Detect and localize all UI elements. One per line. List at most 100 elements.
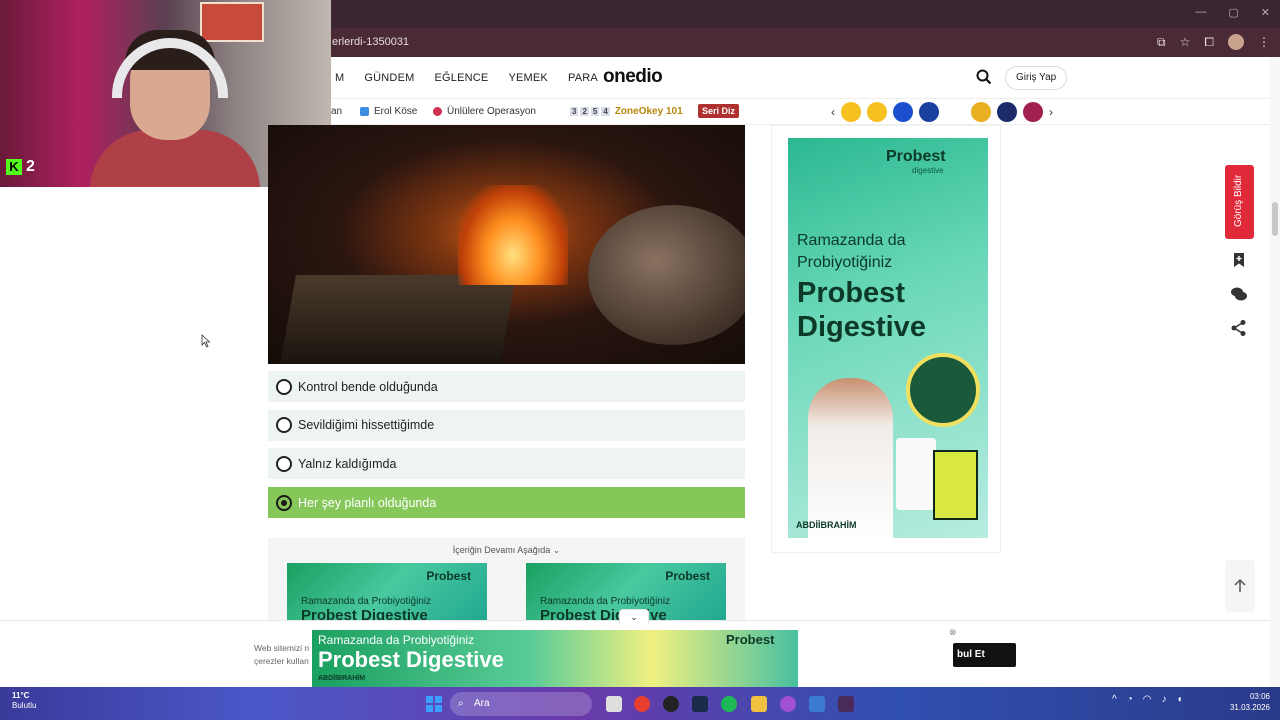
nav-item-gundem[interactable]: GÜNDEM [364,72,414,84]
share-icon[interactable] [1229,318,1249,338]
radio-icon[interactable] [276,378,292,395]
profile-avatar[interactable] [1228,34,1244,50]
dx-icon[interactable] [945,102,965,122]
seri-diz-button[interactable]: Seri Diz [698,104,740,118]
search-icon: ⌕ [458,698,464,709]
tray-edge-icon[interactable]: ◔ [1127,694,1133,705]
install-icon[interactable]: ⧉ [1157,35,1166,50]
maximize-icon[interactable]: ▢ [1228,6,1238,19]
site-logo[interactable]: onedio [603,66,663,88]
cookie-text-line: çerezler kullan [254,656,309,666]
trend-label: an [331,106,343,117]
trend-item-unlulere-operasyon[interactable]: Ünlülere Operasyon [433,106,536,117]
search-icon[interactable] [976,69,992,85]
url-field[interactable]: erlerdi-1350031 [332,36,409,48]
trend-item-zoneokey[interactable]: 3 2 5 4 ZoneOkey 101 [570,106,683,117]
ad-line1: Ramazanda da Probiyotiğiniz [301,596,432,607]
clock-date: 31.03.2026 [1229,703,1270,712]
mouse-cursor-icon [201,334,211,348]
login-button[interactable]: Giriş Yap [1005,66,1068,90]
collapse-ad-button[interactable]: ⌄ [619,609,649,624]
tile-number: 2 [580,107,589,116]
accept-cookies-button[interactable]: bul Et [953,643,1016,667]
feedback-label: Görüş Bildir [1233,174,1244,227]
radio-icon[interactable] [276,455,292,472]
clock-time: 03:06 [1249,692,1270,701]
scroll-top-button[interactable] [1225,560,1255,612]
scrollbar-thumb[interactable] [1272,202,1278,236]
nav-item-eglence[interactable]: EĞLENCE [434,72,488,84]
app-icon[interactable] [780,696,796,712]
tray-network-icon[interactable]: ◠ [1143,694,1152,705]
emoji-icon[interactable] [997,102,1017,122]
close-ad-icon[interactable]: ⊗ [949,627,957,638]
spotify-icon[interactable] [721,696,737,712]
chevron-left-icon[interactable]: ‹ [831,105,835,119]
bookmark-add-icon[interactable] [1229,250,1249,270]
windows-start-icon[interactable] [426,696,442,712]
bookmark-star-icon[interactable]: ☆ [1180,35,1191,49]
main-nav: M GÜNDEM EĞLENCE YEMEK PARA [335,72,598,84]
emoji-icon[interactable] [971,102,991,122]
quiz-option[interactable]: Kontrol bende olduğunda [268,371,745,402]
pillow-shape [588,205,745,345]
store-icon[interactable] [809,696,825,712]
tray-mic-icon[interactable]: ♪ [1161,694,1166,705]
file-explorer-icon[interactable] [751,696,767,712]
ad-brand-sub: digestive [912,166,944,175]
ad-company: ABDİİBRAHİM [796,520,857,530]
trend-item[interactable]: an [331,106,342,117]
tray-chevron-icon[interactable]: ^ [1112,694,1117,705]
emoji-brand-icon[interactable] [919,102,939,122]
trend-item-erol-kose[interactable]: Erol Köse [360,106,417,117]
emoji-sad-icon[interactable] [841,102,861,122]
taskbar-clock[interactable]: 03:06 31.03.2026 [1226,691,1270,713]
emoji-icon[interactable] [1023,102,1043,122]
bottom-sticky-ad[interactable]: Ramazanda da Probiyotiğiniz Probest Dige… [312,630,798,687]
window-controls: — ▢ ✕ [1195,6,1270,19]
product-box-icon [933,450,978,520]
trend-icon [433,107,442,116]
ad-line2: Probest Digestive [318,647,504,672]
extensions-icon[interactable]: ⧠ [1204,35,1214,50]
ad-line2: Probest Digestive [301,607,428,620]
tray-volume-icon[interactable]: ◖ [1176,694,1182,705]
chevron-right-icon[interactable]: › [1049,105,1053,119]
taskbar-search[interactable]: ⌕ Ara [450,692,592,716]
cookie-text-line: Web sitemizi n [254,643,310,653]
nav-item-para[interactable]: PARA [568,72,598,84]
comments-icon[interactable] [1229,284,1249,304]
quiz-option[interactable]: Sevildiğimi hissettiğimde [268,409,745,441]
nav-item-yemek[interactable]: YEMEK [508,72,548,84]
emoji-brand-icon[interactable] [893,102,913,122]
feedback-button[interactable]: Görüş Bildir [1225,165,1254,239]
emoji-laugh-icon[interactable] [867,102,887,122]
ad-line1: Ramazanda da Probiyotiğiniz [797,232,906,271]
ad-model-image [808,378,893,538]
radio-icon[interactable] [276,417,292,434]
radio-checked-icon[interactable] [276,494,292,511]
task-view-icon[interactable] [606,696,622,712]
scrollbar-track[interactable] [1270,57,1280,687]
wall-frame [200,2,264,42]
taskbar-search-label: Ara [474,698,490,709]
menu-icon[interactable]: ⋮ [1258,35,1270,49]
close-icon[interactable]: ✕ [1261,6,1270,19]
trend-icon [360,107,369,116]
sidebar-ad[interactable]: Probest digestive Ramazanda da Probiyoti… [788,138,988,538]
quiz-option[interactable]: Yalnız kaldığımda [268,448,745,480]
tile-number: 4 [601,107,610,116]
weather-temp: 11°C [12,691,30,700]
nav-item[interactable]: M [335,72,344,84]
obs-icon[interactable] [663,696,679,712]
app-icon[interactable] [838,696,854,712]
minimize-icon[interactable]: — [1195,6,1206,19]
weather-widget[interactable]: 11°C Bulutlu [12,691,36,711]
content-continues-label[interactable]: İçeriğin Devamı Aşağıda ⌄ [268,545,745,556]
quiz-option-selected[interactable]: Her şey planlı olduğunda [268,487,745,519]
ad-brand: Probest [665,569,710,583]
chrome-icon[interactable] [634,696,650,712]
trend-label: Erol Köse [374,106,418,117]
steam-icon[interactable] [692,696,708,712]
inline-ad[interactable]: Probest Ramazanda da Probiyotiğiniz Prob… [287,563,487,620]
